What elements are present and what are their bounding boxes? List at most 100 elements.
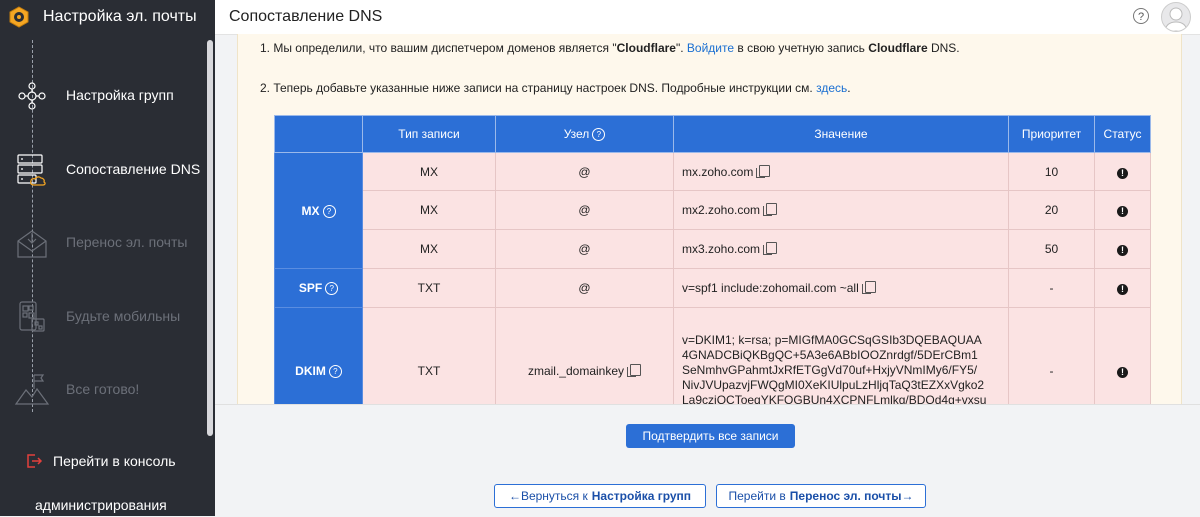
record-priority: 50: [1008, 229, 1095, 269]
record-value: mx.zoho.com: [673, 152, 1009, 191]
record-type: TXT: [362, 307, 496, 404]
instructions-here-link[interactable]: здесь: [816, 81, 847, 95]
col-header-value: Значение: [673, 115, 1009, 153]
brand: Настройка эл. почты: [0, 0, 215, 36]
mail-migrate-icon: [17, 230, 47, 258]
table-header-row: Тип записи Узел? Значение Приоритет Стат…: [274, 115, 1151, 153]
go-to-migration-button[interactable]: Перейти в Перенос эл. почты →: [716, 484, 926, 508]
copy-icon[interactable]: [627, 363, 642, 377]
record-host-text: zmail._domainkey: [527, 363, 625, 378]
arrow-left-icon: ←: [508, 489, 521, 503]
instruction-step-1: 1. Мы определили, что вашим диспетчером …: [260, 41, 960, 55]
record-value-text: v=spf1 include:zohomail.com ~all: [682, 281, 859, 295]
exit-icon: [27, 454, 43, 468]
groups-icon: [18, 82, 46, 110]
col-header-host-label: Узел: [563, 127, 590, 141]
copy-icon[interactable]: [763, 242, 778, 255]
mx-help-icon[interactable]: ?: [322, 204, 336, 218]
dns-content: 1. Мы определили, что вашим диспетчером …: [237, 34, 1182, 404]
record-value-text: mx.zoho.com: [682, 164, 754, 179]
sidebar-step-label: Перенос эл. почты: [66, 234, 188, 250]
record-priority: 20: [1008, 190, 1095, 230]
warning-status-icon: !: [1117, 245, 1128, 256]
sidebar-step-migrate[interactable]: Перенос эл. почты: [0, 213, 205, 273]
admin-console-link[interactable]: Перейти в консоль администрирования: [0, 438, 215, 516]
host-help-icon[interactable]: ?: [592, 128, 606, 141]
copy-icon[interactable]: [756, 164, 771, 178]
record-status: !: [1094, 268, 1151, 308]
record-status: !: [1094, 190, 1151, 230]
console-link-label-2: администрирования: [35, 497, 167, 513]
mail-setup-logo-icon: [9, 6, 29, 28]
mobile-qr-icon: [19, 301, 45, 332]
record-host: @: [495, 190, 674, 230]
record-status: !: [1094, 307, 1151, 404]
warning-status-icon: !: [1117, 167, 1128, 179]
sidebar-step-mobile[interactable]: Будьте мобильны: [0, 287, 205, 347]
dns-server-icon: [17, 154, 46, 186]
mountain-flag-icon: [14, 374, 50, 405]
next-button-target: Перенос эл. почты: [789, 489, 902, 503]
dkim-help-icon[interactable]: ?: [328, 364, 342, 378]
table-row: SPF? TXT @ v=spf1 include:zohomail.com ~…: [274, 268, 1151, 308]
record-host: @: [495, 152, 674, 191]
sidebar: Настройка эл. почты Настройка групп Сопо…: [0, 0, 215, 516]
dkim-value-line: NivJVUpazvjFWQgMI0XeKIUlpuLzHljqTaQ3tEZX…: [682, 378, 985, 392]
header: Сопоставление DNS ?: [215, 0, 1200, 35]
console-link-label: Перейти в консоль: [53, 453, 176, 469]
login-link[interactable]: Войдите: [687, 41, 734, 55]
record-type: MX: [362, 229, 496, 269]
record-status: !: [1094, 229, 1151, 269]
footer-bar: [215, 404, 1200, 517]
sidebar-scrollbar[interactable]: [207, 40, 213, 436]
col-header-status: Статус: [1094, 115, 1151, 153]
instruction-step-2: 2. Теперь добавьте указанные ниже записи…: [260, 81, 851, 95]
record-type: MX: [362, 190, 496, 230]
instruction-text: .: [847, 81, 851, 95]
back-to-groups-button[interactable]: ← Вернуться к Настройка групп: [494, 484, 706, 508]
record-priority: 10: [1008, 152, 1095, 191]
sidebar-step-done[interactable]: Все готово!: [0, 360, 205, 420]
instruction-text: в свою учетную запись: [734, 41, 869, 55]
user-avatar-icon: [1164, 7, 1188, 31]
copy-icon[interactable]: [861, 281, 876, 294]
spf-help-icon[interactable]: ?: [325, 282, 339, 295]
arrow-right-icon: →: [901, 489, 914, 503]
sidebar-step-label: Все готово!: [66, 381, 140, 397]
app-title: Настройка эл. почты: [43, 8, 197, 25]
copy-icon[interactable]: [763, 203, 778, 216]
instruction-text: ".: [675, 41, 687, 55]
sidebar-step-groups[interactable]: Настройка групп: [0, 66, 205, 126]
sidebar-step-dns[interactable]: Сопоставление DNS: [0, 140, 205, 200]
avatar[interactable]: [1161, 2, 1191, 32]
table-row: MX? MX @ mx.zoho.com 10 !: [274, 152, 1151, 269]
instruction-text: 1. Мы определили, что вашим диспетчером …: [260, 41, 617, 55]
col-header-host: Узел?: [495, 115, 674, 153]
col-header-group: [274, 115, 363, 153]
dns-records-table: Тип записи Узел? Значение Приоритет Стат…: [274, 115, 1151, 404]
instruction-text: 2. Теперь добавьте указанные ниже записи…: [260, 81, 817, 95]
record-group-mx: MX?: [274, 152, 363, 269]
page-title: Сопоставление DNS: [229, 8, 383, 25]
sidebar-step-label: Настройка групп: [66, 87, 174, 103]
next-button-prefix: Перейти в: [728, 489, 786, 503]
record-priority: -: [1008, 268, 1095, 308]
warning-status-icon: !: [1117, 284, 1128, 295]
record-value: v=spf1 include:zohomail.com ~all: [673, 268, 1009, 308]
record-group-label: SPF: [298, 281, 323, 295]
dkim-value-line: v=DKIM1; k=rsa; p=MIGfMA0GCSqGSIb3DQEBAQ…: [682, 333, 982, 347]
record-group-dkim: DKIM?: [274, 307, 363, 404]
record-host: @: [495, 268, 674, 308]
confirm-all-records-button[interactable]: Подтвердить все записи: [626, 424, 795, 448]
record-value-text: mx3.zoho.com: [682, 242, 761, 256]
sidebar-step-label: Сопоставление DNS: [66, 161, 201, 177]
account-provider: Cloudflare: [868, 41, 928, 55]
record-priority: -: [1008, 307, 1095, 404]
warning-status-icon: !: [1117, 366, 1128, 378]
help-icon[interactable]: ?: [1133, 8, 1149, 24]
record-value: mx2.zoho.com: [673, 190, 1009, 230]
record-group-spf: SPF?: [274, 268, 363, 308]
record-value: v=DKIM1; k=rsa; p=MIGfMA0GCSqGSIb3DQEBAQ…: [673, 307, 1009, 404]
record-group-label: DKIM: [295, 363, 326, 378]
table-row: MX @ mx2.zoho.com 20 !: [275, 190, 1151, 230]
